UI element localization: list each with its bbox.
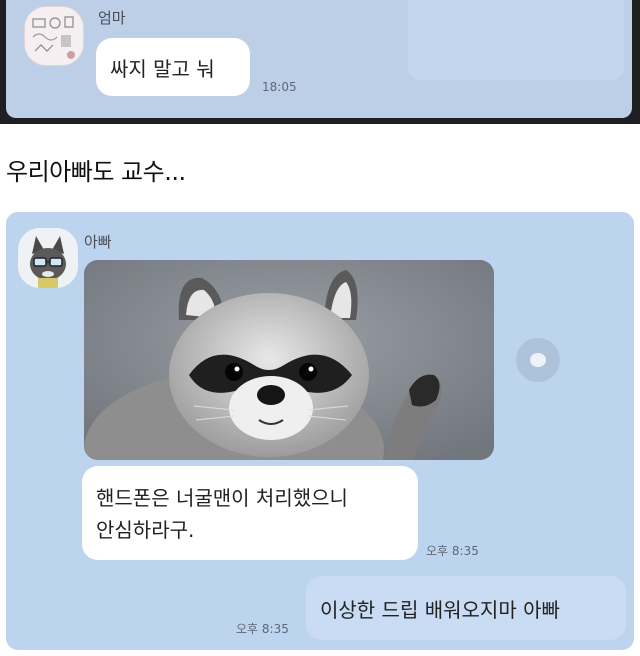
dad-sender-name: 아빠 xyxy=(84,233,112,251)
mom-message-time: 18:05 xyxy=(262,80,297,94)
dad-message-line1: 핸드폰은 너굴맨이 처리했으니 xyxy=(96,486,348,510)
doodle-avatar-icon xyxy=(25,7,83,65)
raccoon-photo[interactable] xyxy=(84,260,494,460)
dad-avatar[interactable] xyxy=(18,228,78,288)
mom-sender-name: 엄마 xyxy=(98,9,126,27)
mom-avatar[interactable] xyxy=(24,6,84,66)
raccoon-image xyxy=(84,260,494,460)
cartoon-cat-avatar-icon xyxy=(18,228,78,288)
main-chat-panel: 아빠 핸드폰은 너굴맨이 처리했으니 안심하라구. 오후 8:35 오후 8:3… xyxy=(6,212,634,650)
top-chat-screenshot: 엄마 싸지 말고 눠 18:05 xyxy=(0,0,640,124)
speech-bubble-icon xyxy=(530,353,546,367)
blurred-area xyxy=(408,0,624,80)
dad-message-line2: 안심하라구. xyxy=(96,518,195,542)
top-chat-panel: 엄마 싸지 말고 눠 18:05 xyxy=(6,0,632,118)
dad-message-bubble[interactable]: 핸드폰은 너굴맨이 처리했으니 안심하라구. xyxy=(82,466,418,560)
share-button[interactable] xyxy=(516,338,560,382)
mom-message-bubble[interactable]: 싸지 말고 눠 xyxy=(96,38,250,96)
post-caption: 우리아빠도 교수... xyxy=(6,158,186,186)
dad-message-time: 오후 8:35 xyxy=(426,544,479,558)
reply-message-bubble[interactable]: 이상한 드립 배워오지마 아빠 xyxy=(306,576,626,640)
reply-time: 오후 8:35 xyxy=(236,622,289,636)
